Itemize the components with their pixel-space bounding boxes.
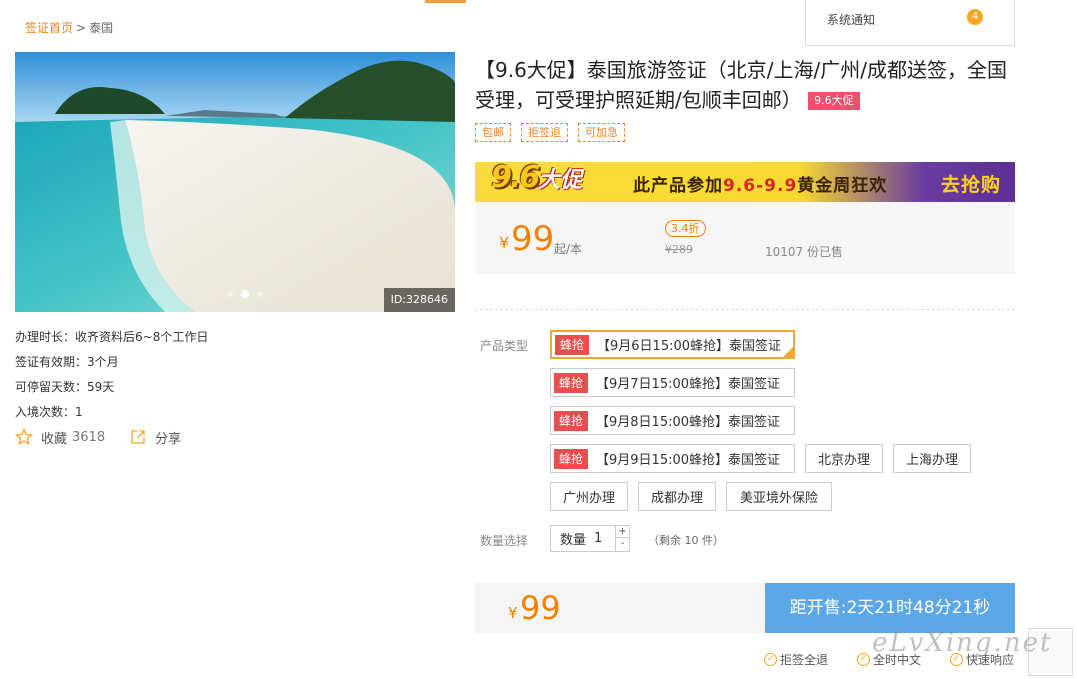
option-label: 【9月8日15:00蜂抢】泰国签证 xyxy=(596,415,781,430)
option-label: 【9月7日15:00蜂抢】泰国签证 xyxy=(596,377,781,392)
system-notice-label[interactable]: 系统通知 xyxy=(827,11,875,28)
system-notice-panel[interactable]: 系统通知 4 xyxy=(805,0,1015,46)
quantity-decrease-button[interactable]: - xyxy=(616,538,629,550)
share-button[interactable]: 分享 xyxy=(129,428,181,447)
watermark: eLvXing.net xyxy=(872,628,1053,658)
product-photo[interactable]: ID:328646 xyxy=(15,52,455,312)
service-tags: 包邮 拒签退 可加急 xyxy=(475,123,635,142)
promo-banner[interactable]: 9.6大促 此产品参加9.6-9.9黄金周狂欢 去抢购 xyxy=(475,162,1015,202)
star-icon xyxy=(15,428,33,446)
option-aig-insurance[interactable]: 美亚境外保险 xyxy=(726,482,832,511)
price-currency: ¥ xyxy=(499,233,510,252)
option-sep8-snap-visa[interactable]: 蜂抢 【9月8日15:00蜂抢】泰国签证 xyxy=(550,406,795,435)
product-title: 【9.6大促】泰国旅游签证（北京/上海/广州/成都送签，全国受理，可受理护照延期… xyxy=(475,55,1020,115)
buy-currency: ¥ xyxy=(508,604,518,622)
quantity-stepper: 数量 1 + - xyxy=(550,525,630,552)
notice-count-badge: 4 xyxy=(967,9,983,25)
sold-count: 10107 份已售 xyxy=(765,245,843,259)
remaining-stock: （剩余 10 件） xyxy=(648,534,724,547)
quantity-increase-button[interactable]: + xyxy=(616,526,629,538)
photo-id-label: ID:328646 xyxy=(383,288,455,312)
countdown-buy-button[interactable]: 距开售:2天21时48分21秒 xyxy=(765,583,1015,633)
option-beijing[interactable]: 北京办理 xyxy=(805,444,883,473)
original-price: ¥289 xyxy=(665,243,693,256)
detail-visa-validity: 签证有效期：3个月 xyxy=(15,355,119,369)
check-icon: ✓ xyxy=(764,653,777,666)
top-accent-bar xyxy=(425,0,466,3)
guarantee-refund: ✓ 拒签全退 xyxy=(764,651,828,668)
breadcrumb-current: 泰国 xyxy=(89,21,114,35)
detail-stay-days: 可停留天数：59天 xyxy=(15,380,115,394)
product-type-label: 产品类型 xyxy=(480,339,529,353)
promo-banner-text: 此产品参加9.6-9.9黄金周狂欢 xyxy=(633,176,888,196)
promo-banner-logo: 9.6大促 xyxy=(491,162,583,195)
quantity-input[interactable]: 1 xyxy=(594,531,614,546)
breadcrumb: 签证首页 > 泰国 xyxy=(25,19,113,36)
tag-expedited: 可加急 xyxy=(578,123,625,142)
option-shanghai[interactable]: 上海办理 xyxy=(893,444,971,473)
option-label: 【9月6日15:00蜂抢】泰国签证 xyxy=(597,339,782,354)
quantity-buttons: + - xyxy=(615,526,629,551)
share-label: 分享 xyxy=(155,431,182,447)
purchase-bar: ¥ 99 距开售:2天21时48分21秒 xyxy=(475,583,1015,633)
promo-grab-button[interactable]: 去抢购 xyxy=(941,170,1001,197)
detail-processing-time: 办理时长：收齐资料后6~8个工作日 xyxy=(15,330,209,344)
buy-price: 99 xyxy=(520,589,561,627)
check-icon: ✓ xyxy=(857,653,870,666)
price-unit: 起/本 xyxy=(554,242,583,256)
product-title-text: 【9.6大促】泰国旅游签证（北京/上海/广州/成都送签，全国受理，可受理护照延期… xyxy=(475,58,1008,112)
quantity-label: 数量 xyxy=(560,533,587,548)
option-sep7-snap-visa[interactable]: 蜂抢 【9月7日15:00蜂抢】泰国签证 xyxy=(550,368,795,397)
breadcrumb-home-link[interactable]: 签证首页 xyxy=(25,21,73,35)
favorite-button[interactable]: 收藏 3618 xyxy=(15,428,105,447)
snap-badge: 蜂抢 xyxy=(555,334,590,355)
tag-free-shipping: 包邮 xyxy=(475,123,511,142)
tag-refund-on-rejection: 拒签退 xyxy=(521,123,568,142)
section-divider xyxy=(475,309,1015,310)
action-row: 收藏 3618 分享 xyxy=(15,427,205,447)
share-icon xyxy=(131,430,145,444)
price-amount: 99 xyxy=(511,219,555,259)
beach-image xyxy=(15,52,455,312)
promo-tag: 9.6大促 xyxy=(808,92,860,110)
breadcrumb-separator: > xyxy=(76,21,87,35)
snap-badge: 蜂抢 xyxy=(554,372,589,393)
favorite-count: 3618 xyxy=(72,429,106,445)
quantity-section-label: 数量选择 xyxy=(480,534,529,548)
price-panel: ¥ 99 起/本 3.4折 ¥289 10107 份已售 xyxy=(475,202,1015,274)
discount-badge: 3.4折 xyxy=(665,220,706,237)
snap-badge: 蜂抢 xyxy=(554,410,589,431)
option-chengdu[interactable]: 成都办理 xyxy=(638,482,716,511)
selected-check-icon xyxy=(782,346,794,358)
snap-badge: 蜂抢 xyxy=(554,448,589,469)
option-guangzhou[interactable]: 广州办理 xyxy=(550,482,628,511)
guarantee-label: 拒签全退 xyxy=(780,653,829,667)
option-label: 【9月9日15:00蜂抢】泰国签证 xyxy=(596,453,781,468)
favorite-label: 收藏 xyxy=(41,431,68,447)
detail-entries: 入境次数：1 xyxy=(15,405,83,419)
option-sep6-snap-visa[interactable]: 蜂抢 【9月6日15:00蜂抢】泰国签证 xyxy=(550,330,795,359)
option-sep9-snap-visa[interactable]: 蜂抢 【9月9日15:00蜂抢】泰国签证 xyxy=(550,444,795,473)
